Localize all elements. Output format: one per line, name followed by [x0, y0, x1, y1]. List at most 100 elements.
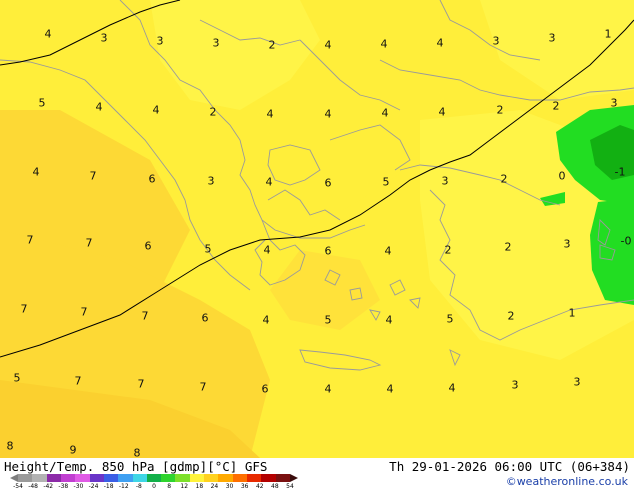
color-scale-segment [18, 474, 33, 482]
temperature-label: 7 [137, 377, 145, 391]
color-scale-ticks: -54 -48 -42 -38 -30 -24 -18 -12 -8 0 8 12 18 24 30 36 42… [13, 483, 299, 490]
color-scale-tick-label: 54 [286, 483, 294, 490]
temperature-label: 3 [573, 375, 581, 389]
color-scale-tick-label: -38 [58, 483, 69, 490]
temperature-label: 2 [507, 309, 515, 323]
color-scale-tick-label: 30 [225, 483, 234, 490]
temperature-label: 2 [496, 103, 504, 117]
color-scale-tick-label: 12 [180, 483, 189, 490]
color-scale-segment [189, 474, 205, 482]
temperature-label: 6 [144, 239, 152, 253]
color-scale-segment [118, 474, 133, 482]
color-scale-tick-label: 42 [255, 483, 264, 490]
color-scale-segment [89, 474, 104, 482]
temperature-label: 4 [324, 38, 332, 52]
temperature-label: 3 [441, 174, 449, 188]
temperature-label: 4 [380, 37, 388, 51]
temperature-label: 2 [504, 240, 512, 254]
temperature-label: 3 [207, 174, 215, 188]
color-scale-segment [161, 474, 176, 482]
temperature-label: -0 [620, 234, 632, 248]
color-scale-segment [232, 474, 247, 482]
temperature-label: 7 [74, 374, 82, 388]
color-scale-tick-label: -8 [135, 483, 142, 490]
map-canvas [0, 0, 634, 458]
color-scale-tick-label: 48 [271, 483, 279, 490]
temperature-label: 2 [500, 172, 508, 186]
temperature-label: -1 [614, 165, 626, 179]
temperature-label: 4 [436, 36, 444, 50]
temperature-label: 4 [381, 106, 389, 120]
temperature-label: 4 [44, 27, 52, 41]
temperature-label: 6 [261, 382, 269, 396]
scale-arrow-left-icon [10, 474, 18, 482]
color-scale-tick-label: -42 [43, 483, 54, 490]
temperature-label: 4 [438, 105, 446, 119]
temperature-label: 4 [263, 243, 271, 257]
color-scale [18, 474, 290, 482]
color-scale-tick-label: -54 [13, 483, 23, 490]
temperature-label: 5 [446, 312, 454, 326]
temperature-label: 6 [148, 172, 156, 186]
temperature-label: 4 [266, 107, 274, 121]
color-scale-segment [275, 474, 290, 482]
color-scale-tick-label: 8 [167, 483, 172, 490]
temperature-label: 3 [563, 237, 571, 251]
color-scale-tick-label: -30 [73, 483, 84, 490]
temperature-label: 8 [6, 439, 14, 453]
temperature-label: 7 [89, 169, 97, 183]
scale-arrow-right-icon [290, 474, 298, 482]
temperature-label: 1 [604, 27, 612, 41]
temperature-label: 5 [324, 313, 332, 327]
temperature-label: 7 [141, 309, 149, 323]
temperature-label: 6 [201, 311, 209, 325]
map-title: Height/Temp. 850 hPa [gdmp][°C] GFS [4, 459, 268, 474]
temperature-label: 4 [384, 244, 392, 258]
color-scale-tick-label: 36 [240, 483, 249, 490]
temperature-label: 4 [265, 175, 273, 189]
temperature-label: 7 [20, 302, 28, 316]
temperature-label: 3 [212, 36, 220, 50]
color-scale-segment [103, 474, 119, 482]
temperature-label: 7 [199, 380, 207, 394]
color-scale-segment [60, 474, 76, 482]
color-scale-segment [204, 474, 219, 482]
temperature-label: 3 [156, 34, 164, 48]
temperature-label: 3 [610, 96, 618, 110]
temperature-label: 4 [386, 382, 394, 396]
temperature-label: 9 [69, 443, 77, 457]
color-scale-tick-label: -48 [28, 483, 39, 490]
map-footer: Height/Temp. 850 hPa [gdmp][°C] GFS Th 2… [0, 458, 634, 490]
color-scale-segment [175, 474, 190, 482]
temperature-label: 6 [324, 176, 332, 190]
temperature-label: 3 [548, 31, 556, 45]
color-scale-segment [46, 474, 61, 482]
temperature-label: 6 [324, 244, 332, 258]
color-scale-segment [247, 474, 262, 482]
credit-link[interactable]: ©weatheronline.co.uk [506, 475, 628, 488]
temperature-label: 5 [382, 175, 390, 189]
temperature-label: 3 [492, 34, 500, 48]
temperature-label: 7 [80, 305, 88, 319]
temperature-label: 3 [511, 378, 519, 392]
color-scale-segment [261, 474, 276, 482]
temperature-label: 4 [95, 100, 103, 114]
color-scale-tick-label: -12 [118, 483, 129, 490]
temperature-label: 7 [26, 233, 34, 247]
color-scale-tick-label: -24 [88, 483, 99, 490]
color-scale-tick-label: 18 [195, 483, 204, 490]
temperature-label: 8 [133, 446, 141, 459]
temperature-label: 2 [552, 99, 560, 113]
temperature-label: 4 [324, 382, 332, 396]
color-scale-segment [218, 474, 233, 482]
color-scale-tick-label: 0 [152, 483, 156, 490]
color-scale-segment [146, 474, 162, 482]
temperature-label: 7 [85, 236, 93, 250]
temperature-label: 4 [324, 107, 332, 121]
temperature-label: 4 [262, 313, 270, 327]
temperature-label: 2 [268, 38, 276, 52]
temperature-label: 0 [558, 169, 566, 183]
temperature-label: 4 [32, 165, 40, 179]
temperature-label: 3 [100, 31, 108, 45]
temperature-label: 5 [204, 242, 212, 256]
